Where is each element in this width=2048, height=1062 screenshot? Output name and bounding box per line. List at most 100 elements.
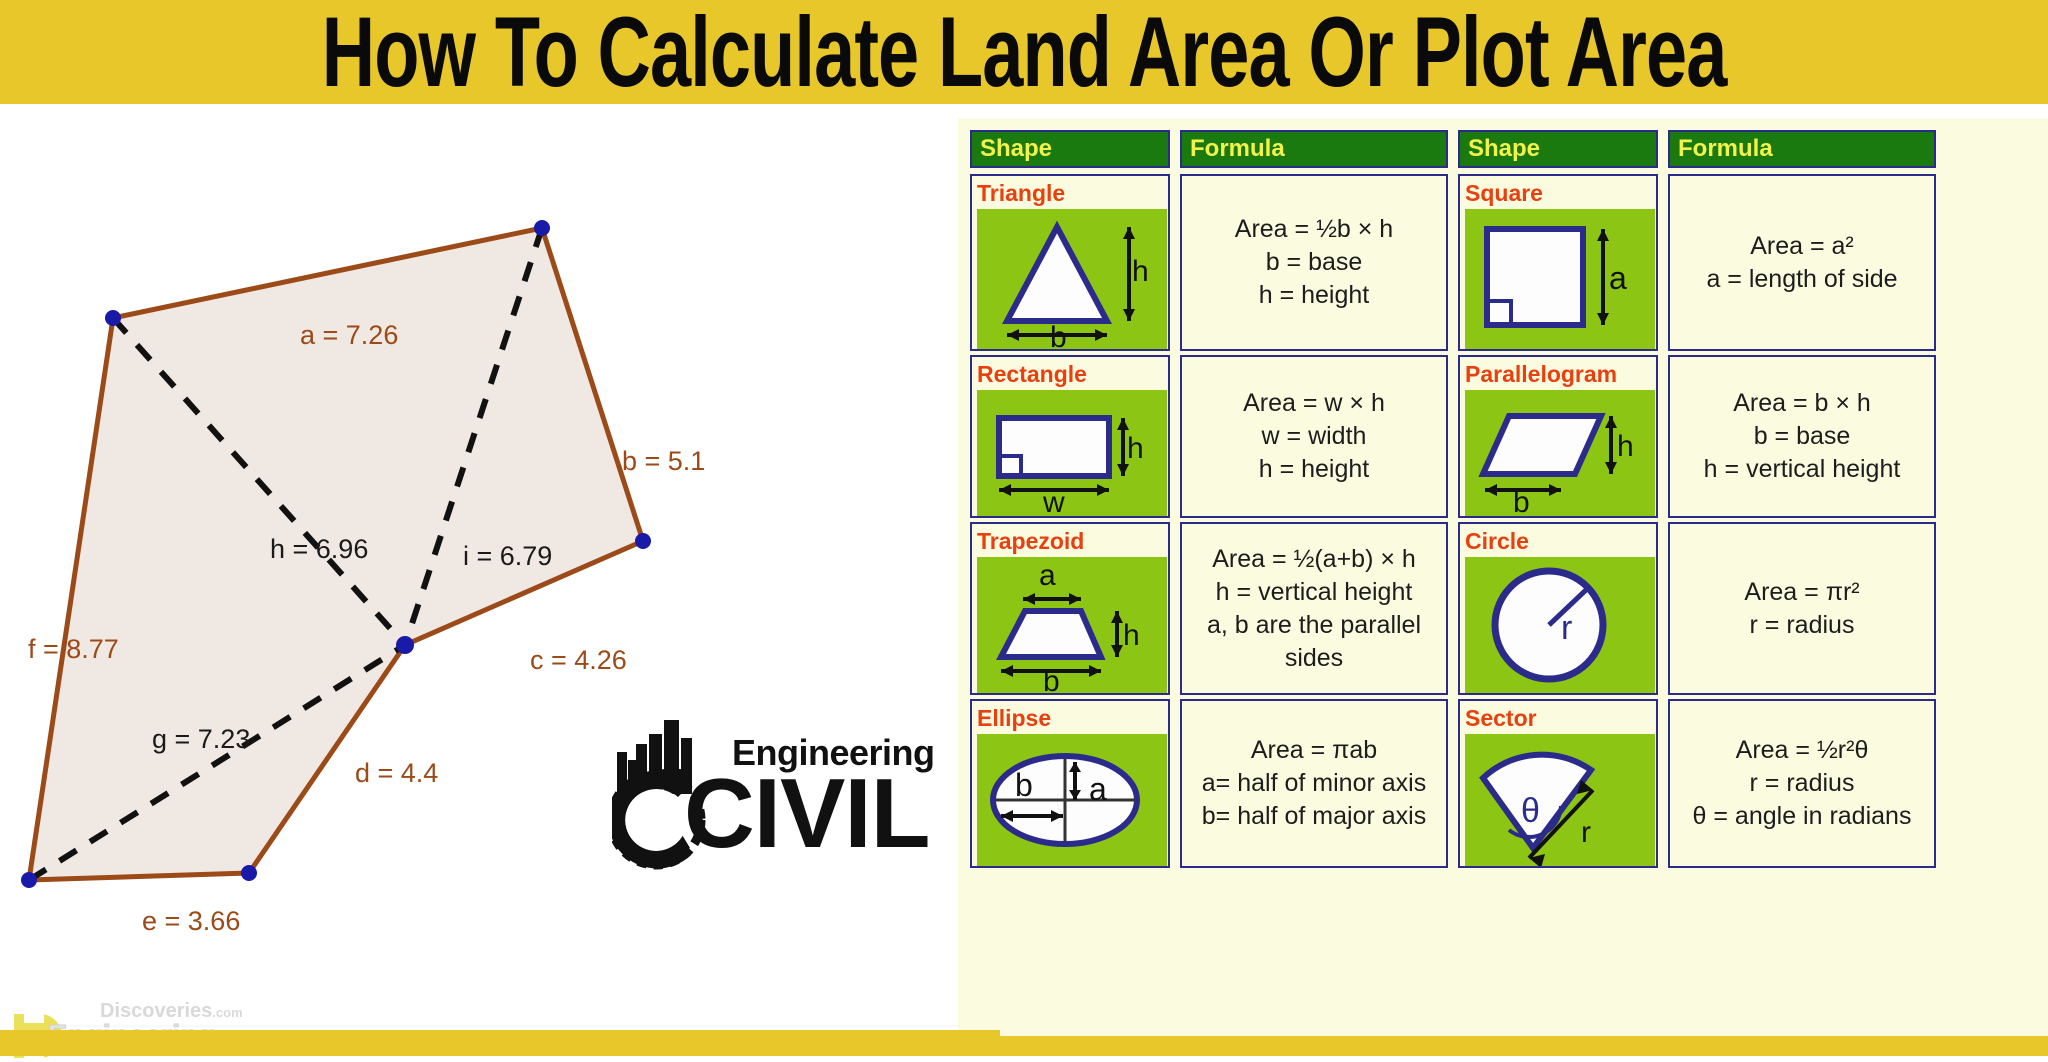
shape-cell-triangle: Triangle h b: [970, 174, 1170, 354]
formula-line: Area = w × h: [1243, 389, 1385, 417]
shape-name-parallelogram: Parallelogram: [1465, 361, 1618, 387]
shape-cell-sector: Sector θ r: [1458, 699, 1658, 868]
trapezoid-diagram: a h b: [977, 557, 1167, 698]
formula-line: w = width: [1261, 422, 1367, 450]
formula-table-right: Shape Formula Square a Area = a² a = len…: [1458, 130, 1936, 872]
svg-text:h: h: [1123, 619, 1140, 652]
formula-cell-sector: Area = ½r²θ r = radius θ = angle in radi…: [1668, 699, 1936, 868]
svg-text:a: a: [1089, 771, 1107, 807]
table-row-parallelogram: Parallelogram h b Area = b × h b = base: [1458, 355, 1936, 519]
circle-diagram: r: [1465, 557, 1655, 693]
svg-text:b: b: [1043, 665, 1060, 693]
watermark-site-name: Discoveries: [100, 1000, 213, 1022]
side-label-f: f = 8.77: [28, 634, 119, 664]
side-label-d: d = 4.4: [355, 758, 439, 788]
side-label-a: a = 7.26: [300, 320, 399, 350]
svg-text:r: r: [1581, 816, 1591, 849]
formula-line: Area = πab: [1250, 736, 1378, 764]
formula-line: h = height: [1258, 281, 1370, 309]
formula-line: r = radius: [1749, 610, 1855, 639]
header-shape: Shape: [970, 130, 1170, 168]
table-row-circle: Circle r Area = πr² r = radius: [1458, 522, 1936, 695]
page-title: How To Calculate Land Area Or Plot Area: [321, 0, 1728, 108]
formula-cell-parallelogram: Area = b × h b = base h = vertical heigh…: [1668, 355, 1936, 518]
formula-line: θ = angle in radians: [1692, 802, 1912, 830]
formula-cell-trapezoid: Area = ½(a+b) × h h = vertical height a,…: [1180, 522, 1448, 695]
table-row-trapezoid: Trapezoid a h b Area = ½(a+b) × h h = ve…: [970, 522, 1448, 698]
page-header-banner: How To Calculate Land Area Or Plot Area: [0, 0, 2048, 104]
formula-line: b = base: [1265, 248, 1363, 276]
formula-line: Area = ½(a+b) × h: [1212, 544, 1416, 573]
shape-cell-trapezoid: Trapezoid a h b: [970, 522, 1170, 698]
formula-cell-rectangle: Area = w × h w = width h = height: [1180, 355, 1448, 518]
table-row-triangle: Triangle h b Area = ½b × h b = base h = …: [970, 174, 1448, 354]
formula-cell-ellipse: Area = πab a= half of minor axis b= half…: [1180, 699, 1448, 868]
polygon-vertex: [635, 533, 651, 549]
polygon-vertex: [241, 865, 257, 881]
land-plot-diagram: a = 7.26 b = 5.1 c = 4.26 d = 4.4 e = 3.…: [0, 104, 950, 1036]
formula-line: a = length of side: [1706, 264, 1898, 293]
shape-cell-parallelogram: Parallelogram h b: [1458, 355, 1658, 519]
polygon-vertex: [396, 636, 414, 654]
table-header-row: Shape Formula: [1458, 130, 1936, 168]
square-diagram: a: [1465, 209, 1655, 349]
sector-diagram: θ r: [1465, 734, 1655, 868]
formula-line: a= half of minor axis: [1201, 769, 1427, 797]
svg-text:b: b: [1513, 486, 1530, 516]
shape-name-rectangle: Rectangle: [977, 361, 1087, 387]
formula-cell-square: Area = a² a = length of side: [1668, 174, 1936, 351]
shape-name-ellipse: Ellipse: [977, 705, 1052, 731]
diagonal-label-i: i = 6.79: [463, 541, 553, 571]
formula-line: h = vertical height: [1215, 577, 1413, 606]
polygon-vertex: [105, 310, 121, 326]
formula-line: b = base: [1753, 422, 1851, 450]
shape-name-circle: Circle: [1465, 528, 1529, 554]
svg-text:r: r: [1561, 609, 1572, 647]
engineering-civil-logo: Engineering CIVIL: [606, 712, 935, 882]
diagonal-label-g: g = 7.23: [152, 724, 251, 754]
formula-line: b= half of major axis: [1201, 802, 1427, 830]
formula-line: h = height: [1258, 455, 1370, 483]
table-row-rectangle: Rectangle h w Area = w × h w = width h =…: [970, 355, 1448, 519]
logo-civil-text: CIVIL: [684, 758, 930, 868]
ellipse-diagram: b a: [977, 734, 1167, 866]
diagonal-label-h: h = 6.96: [270, 534, 369, 564]
shape-name-sector: Sector: [1465, 705, 1537, 731]
shape-name-triangle: Triangle: [977, 180, 1066, 206]
shape-name-trapezoid: Trapezoid: [977, 528, 1085, 554]
area-formula-tables: Shape Formula Triangle h b Area = ½b × h…: [958, 118, 2048, 1036]
svg-text:a: a: [1609, 260, 1627, 296]
side-label-c: c = 4.26: [530, 645, 627, 675]
svg-text:b: b: [1015, 767, 1033, 803]
table-row-ellipse: Ellipse b a Area = πab a= half of minor …: [970, 699, 1448, 868]
shape-cell-circle: Circle r: [1458, 522, 1658, 695]
formula-cell-circle: Area = πr² r = radius: [1668, 522, 1936, 695]
rectangle-diagram: h w: [977, 390, 1167, 519]
formula-line: a, b are the parallel sides: [1206, 610, 1422, 672]
table-header-row: Shape Formula: [970, 130, 1448, 168]
svg-text:h: h: [1127, 432, 1144, 465]
formula-line: r = radius: [1749, 769, 1855, 797]
header-formula: Formula: [1668, 130, 1936, 168]
formula-line: Area = πr²: [1744, 577, 1860, 606]
table-row-square: Square a Area = a² a = length of side: [1458, 174, 1936, 351]
svg-text:h: h: [1132, 255, 1149, 288]
footer-bar: [0, 1036, 2048, 1056]
polygon-vertex: [534, 220, 550, 236]
table-row-sector: Sector θ r Area = ½r²θ r = radius θ = an…: [1458, 699, 1936, 868]
formula-line: Area = ½r²θ: [1735, 736, 1869, 764]
shape-name-square: Square: [1465, 180, 1543, 206]
shape-cell-ellipse: Ellipse b a: [970, 699, 1170, 868]
svg-text:h: h: [1617, 430, 1634, 463]
formula-line: Area = ½b × h: [1234, 215, 1394, 243]
polygon-vertex: [21, 872, 37, 888]
svg-text:θ: θ: [1521, 792, 1540, 830]
formula-line: h = vertical height: [1703, 455, 1901, 483]
shape-cell-rectangle: Rectangle h w: [970, 355, 1170, 519]
side-label-e: e = 3.66: [142, 906, 241, 936]
triangle-diagram: h b: [977, 209, 1167, 354]
formula-cell-triangle: Area = ½b × h b = base h = height: [1180, 174, 1448, 351]
formula-line: Area = b × h: [1733, 389, 1871, 417]
svg-text:w: w: [1042, 486, 1065, 516]
formula-table-left: Shape Formula Triangle h b Area = ½b × h…: [970, 130, 1448, 872]
